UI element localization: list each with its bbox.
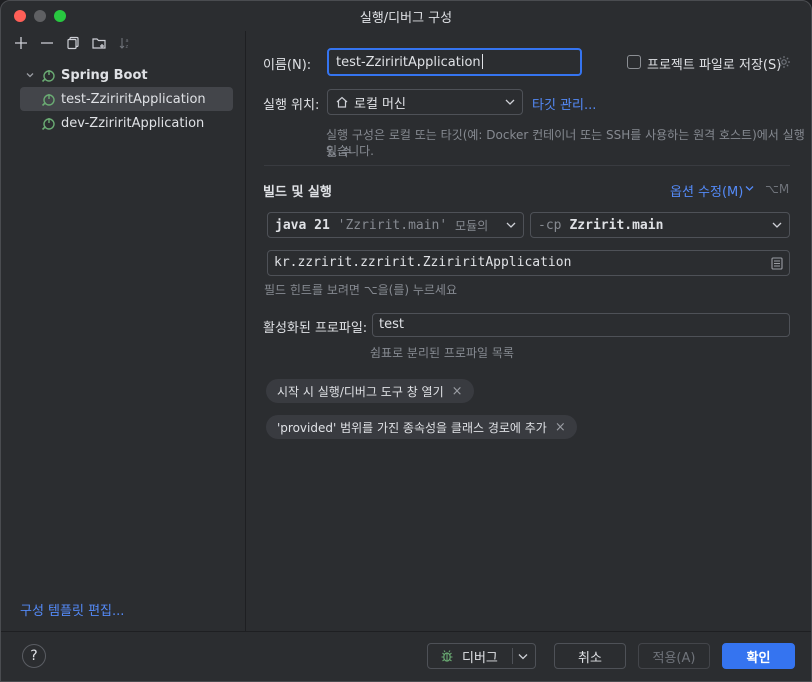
save-to-project-checkbox[interactable] [627, 55, 641, 69]
tree-group-spring-boot[interactable]: Spring Boot [1, 63, 245, 87]
apply-button[interactable]: 적용(A) [638, 643, 710, 669]
run-location-label: 실행 위치: [263, 98, 320, 113]
ok-button[interactable]: 확인 [722, 643, 795, 669]
build-run-title: 빌드 및 실행 [263, 185, 332, 200]
tree-group-label: Spring Boot [61, 67, 148, 83]
jdk-module: 'Zzririt.main' [337, 217, 448, 233]
spring-boot-icon [41, 94, 55, 106]
cp-prefix: -cp [538, 217, 562, 233]
new-folder-icon[interactable] [91, 35, 107, 51]
name-label: 이름(N): [263, 58, 312, 73]
chevron-down-icon [772, 222, 782, 228]
chevron-down-icon [505, 99, 515, 105]
tree-item-label: dev-ZziriritApplication [61, 115, 205, 131]
active-profiles-hint: 쉼표로 분리된 프로파일 목록 [370, 346, 514, 360]
jdk-version: java 21 [275, 217, 330, 233]
tree-item-dev-config[interactable]: dev-ZziriritApplication [1, 111, 245, 135]
name-input[interactable]: test-ZziriritApplication [327, 48, 582, 76]
save-to-project-label[interactable]: 프로젝트 파일로 저장(S) [647, 54, 781, 73]
spring-boot-icon [41, 118, 55, 130]
window-close-button[interactable] [14, 10, 26, 22]
config-tree: Spring Boot test-ZziriritApplication dev… [1, 63, 245, 135]
config-toolbar: az [1, 31, 245, 55]
modify-options-shortcut: ⌥M [765, 182, 790, 196]
bug-icon [441, 650, 453, 662]
window-maximize-button[interactable] [54, 10, 66, 22]
window-title: 실행/디버그 구성 [359, 10, 453, 26]
plus-icon[interactable] [13, 35, 29, 51]
manage-targets-link[interactable]: 타깃 관리... [532, 94, 596, 113]
run-location-value: 로컬 머신 [354, 96, 406, 112]
edit-templates-link[interactable]: 구성 템플릿 편집... [20, 600, 124, 619]
chip-label: 시작 시 실행/디버그 도구 창 열기 [277, 384, 444, 399]
main-class-value: kr.zzririt.zzririt.ZziriritApplication [274, 255, 572, 270]
window-minimize-button[interactable] [34, 10, 46, 22]
split-divider [512, 648, 513, 664]
main-class-field[interactable]: kr.zzririt.zzririt.ZziriritApplication [267, 250, 790, 276]
name-input-value: test-ZziriritApplication [336, 55, 481, 70]
gear-icon[interactable] [777, 55, 791, 69]
modify-options-link[interactable]: 옵션 수정(M) [670, 181, 743, 200]
active-profiles-value: test [379, 317, 404, 332]
spring-boot-icon [41, 70, 55, 82]
option-chip-open-tool-window: 시작 시 실행/디버그 도구 창 열기 × [266, 379, 474, 403]
section-divider [264, 165, 790, 166]
help-button[interactable]: ? [22, 644, 46, 668]
config-list-panel: az Spring Boot test-ZziriritApplication … [1, 31, 246, 631]
jdk-dropdown[interactable]: java 21 'Zzririt.main' 모듈의 [267, 212, 524, 238]
active-profiles-input[interactable]: test [372, 313, 790, 337]
minus-icon[interactable] [39, 35, 55, 51]
tree-item-label: test-ZziriritApplication [61, 91, 206, 107]
chevron-down-icon[interactable] [25, 70, 35, 80]
svg-text:z: z [126, 44, 129, 50]
home-icon [336, 96, 348, 108]
browse-list-icon[interactable] [771, 257, 783, 270]
cp-value: Zzririt.main [569, 217, 664, 233]
chip-label: 'provided' 범위를 가진 종속성을 클래스 경로에 추가 [277, 420, 547, 435]
run-location-dropdown[interactable]: 로컬 머신 [327, 89, 523, 115]
tree-item-test-config[interactable]: test-ZziriritApplication [20, 87, 233, 111]
sort-icon[interactable]: az [117, 35, 133, 51]
active-profiles-label: 활성화된 프로파일: [263, 321, 368, 336]
classpath-module-dropdown[interactable]: -cp Zzririt.main [530, 212, 790, 238]
location-hint-line2: 있습니다. [326, 144, 374, 158]
copy-icon[interactable] [65, 35, 81, 51]
close-icon[interactable]: × [555, 421, 566, 434]
option-chip-provided-scope: 'provided' 범위를 가진 종속성을 클래스 경로에 추가 × [266, 415, 577, 439]
debug-button-label: 디버그 [462, 650, 498, 666]
location-hint-line1: 실행 구성은 로컬 또는 타깃(예: Docker 컨테이너 또는 SSH를 사… [326, 128, 805, 159]
close-icon[interactable]: × [452, 385, 463, 398]
debug-button[interactable]: 디버그 [427, 643, 536, 669]
dialog-button-bar: ? 디버그 취소 적용(A) 확인 [1, 631, 811, 681]
field-hint: 필드 힌트를 보려면 ⌥을(를) 누르세요 [264, 283, 458, 297]
cancel-button[interactable]: 취소 [554, 643, 626, 669]
config-form: 이름(N): test-ZziriritApplication 프로젝트 파일로… [247, 31, 811, 631]
jdk-suffix: 모듈의 [455, 218, 489, 233]
chevron-down-icon [506, 221, 516, 229]
chevron-down-icon[interactable] [745, 185, 754, 192]
run-debug-config-dialog: 실행/디버그 구성 az Spring Boot test-ZziriritAp… [0, 0, 812, 682]
text-caret [481, 54, 483, 69]
title-bar: 실행/디버그 구성 [1, 1, 811, 31]
chevron-down-icon[interactable] [518, 653, 528, 660]
